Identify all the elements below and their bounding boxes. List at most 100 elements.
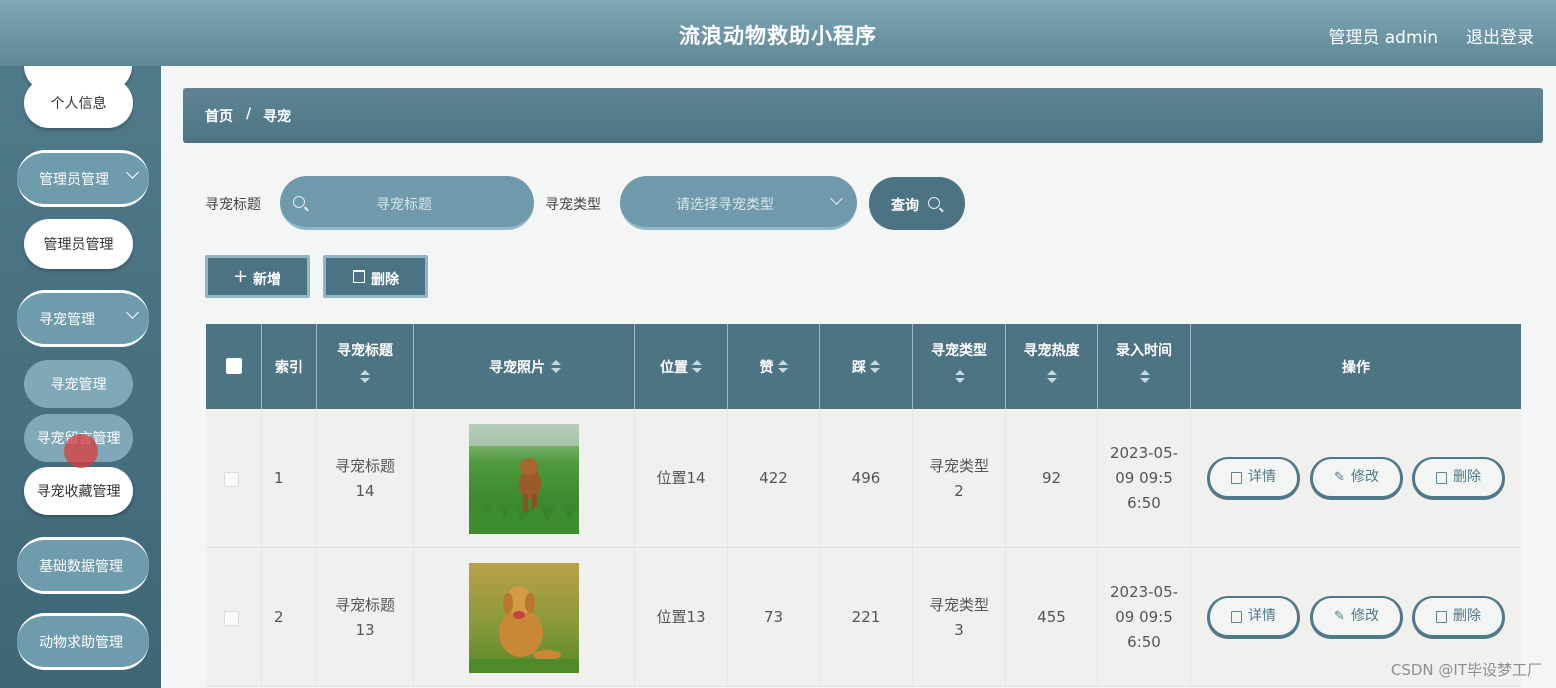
sort-down-icon bbox=[955, 378, 965, 383]
sidebar-item-pet[interactable]: 寻宠管理 bbox=[24, 360, 133, 408]
header-index: 索引 bbox=[261, 324, 316, 409]
sidebar-group-base-data[interactable]: 基础数据管理 bbox=[17, 537, 149, 594]
header-type[interactable]: 寻宠类型 bbox=[912, 324, 1005, 409]
title-search-placeholder: 寻宠标题 bbox=[376, 197, 432, 213]
query-button-label: 查询 bbox=[891, 198, 919, 214]
sidebar-group-admin[interactable]: 管理员管理 bbox=[17, 150, 149, 207]
add-button-label: 新增 bbox=[253, 272, 281, 288]
cell-location: 位置14 bbox=[634, 409, 727, 548]
sort-up-icon bbox=[778, 360, 788, 365]
query-button[interactable]: 查询 bbox=[869, 177, 965, 230]
title-search-label: 寻宠标题 bbox=[205, 197, 261, 213]
title-search-input[interactable]: 寻宠标题 bbox=[280, 176, 534, 230]
sort-up-icon bbox=[551, 360, 561, 365]
header-actions: 操作 bbox=[1190, 324, 1521, 409]
chevron-down-icon bbox=[126, 306, 139, 319]
header-dislikes[interactable]: 踩 bbox=[819, 324, 912, 409]
sort-up-icon bbox=[955, 370, 965, 375]
add-button[interactable]: + 新增 bbox=[205, 255, 310, 298]
checkbox[interactable] bbox=[224, 611, 239, 626]
sidebar-item-personal-info[interactable]: 个人信息 bbox=[24, 78, 133, 128]
sort-up-icon bbox=[1140, 370, 1150, 375]
breadcrumb-home[interactable]: 首页 bbox=[205, 106, 233, 126]
table-header: 索引 寻宠标题 寻宠照片 位置 赞 踩 寻宠类型 寻宠热度 录入时间 操作 bbox=[206, 324, 1521, 409]
chevron-down-icon bbox=[830, 192, 843, 205]
sidebar-group-label: 管理员管理 bbox=[39, 171, 109, 188]
sort-down-icon bbox=[551, 368, 561, 373]
watermark: CSDN @IT毕设梦工厂 bbox=[1390, 661, 1542, 679]
sidebar-group-label: 基础数据管理 bbox=[39, 558, 123, 575]
sidebar-group-pet[interactable]: 寻宠管理 bbox=[17, 290, 149, 347]
sidebar-group-rescue[interactable]: 动物求助管理 bbox=[17, 613, 149, 670]
pencil-icon: ✎ bbox=[1334, 470, 1345, 485]
cell-title: 寻宠标题13 bbox=[316, 548, 413, 687]
search-icon bbox=[928, 197, 940, 209]
sidebar-group-label: 寻宠管理 bbox=[39, 311, 95, 328]
type-search-label: 寻宠类型 bbox=[545, 197, 601, 213]
trash-icon bbox=[1436, 610, 1447, 623]
breadcrumb: 首页 / 寻宠 bbox=[183, 88, 1543, 143]
sort-down-icon bbox=[360, 378, 370, 383]
sidebar-item-admin[interactable]: 管理员管理 bbox=[24, 219, 133, 269]
delete-button[interactable]: 删除 bbox=[1412, 596, 1505, 639]
header-likes[interactable]: 赞 bbox=[727, 324, 819, 409]
delete-button[interactable]: 删除 bbox=[1412, 457, 1505, 500]
checkbox[interactable] bbox=[224, 472, 239, 487]
sort-up-icon bbox=[692, 360, 702, 365]
pencil-icon: ✎ bbox=[1334, 609, 1345, 624]
detail-button[interactable]: 详情 bbox=[1207, 457, 1300, 500]
checkbox[interactable] bbox=[226, 358, 242, 374]
mouse-cursor-icon bbox=[64, 434, 98, 468]
app-title: 流浪动物救助小程序 bbox=[679, 24, 877, 48]
cell-dislikes: 221 bbox=[819, 548, 912, 687]
header-photo[interactable]: 寻宠照片 bbox=[413, 324, 634, 409]
header-select-all[interactable] bbox=[206, 324, 261, 409]
sort-down-icon bbox=[1140, 378, 1150, 383]
cell-time: 2023-05-09 09:56:50 bbox=[1097, 409, 1190, 548]
trash-icon bbox=[353, 270, 365, 283]
logout-button[interactable]: 退出登录 bbox=[1466, 23, 1534, 48]
plus-icon: + bbox=[233, 266, 249, 287]
cell-heat: 455 bbox=[1005, 548, 1097, 687]
cell-type: 寻宠类型3 bbox=[912, 548, 1005, 687]
cell-photo bbox=[413, 409, 634, 548]
sort-down-icon bbox=[778, 368, 788, 373]
sidebar-item-pet-favorite[interactable]: 寻宠收藏管理 bbox=[24, 467, 133, 515]
cell-location: 位置13 bbox=[634, 548, 727, 687]
cell-actions: 详情 ✎ 修改 删除 bbox=[1190, 409, 1521, 548]
sort-up-icon bbox=[1047, 370, 1057, 375]
header-title[interactable]: 寻宠标题 bbox=[316, 324, 413, 409]
cell-index: 2 bbox=[261, 548, 316, 687]
header-location[interactable]: 位置 bbox=[634, 324, 727, 409]
breadcrumb-current: 寻宠 bbox=[263, 109, 291, 125]
header-time[interactable]: 录入时间 bbox=[1097, 324, 1190, 409]
cell-title: 寻宠标题14 bbox=[316, 409, 413, 548]
edit-button[interactable]: ✎ 修改 bbox=[1310, 596, 1403, 639]
cell-dislikes: 496 bbox=[819, 409, 912, 548]
cell-heat: 92 bbox=[1005, 409, 1097, 548]
pet-photo-golden-retriever[interactable] bbox=[469, 562, 579, 673]
detail-button[interactable]: 详情 bbox=[1207, 596, 1300, 639]
breadcrumb-separator: / bbox=[246, 106, 252, 122]
sidebar: 个人信息 管理员管理 管理员管理 寻宠管理 寻宠管理 寻宠留言管理 寻宠收藏管理… bbox=[0, 66, 161, 688]
pet-table: 索引 寻宠标题 寻宠照片 位置 赞 踩 寻宠类型 寻宠热度 录入时间 操作 1 … bbox=[206, 324, 1521, 688]
cell-index: 1 bbox=[261, 409, 316, 548]
search-icon bbox=[293, 196, 305, 208]
pet-photo-poodle[interactable] bbox=[469, 423, 579, 534]
current-user: 管理员 admin bbox=[1328, 28, 1438, 48]
sort-up-icon bbox=[870, 360, 880, 365]
cell-photo bbox=[413, 548, 634, 687]
header-heat[interactable]: 寻宠热度 bbox=[1005, 324, 1097, 409]
batch-delete-button[interactable]: 删除 bbox=[323, 255, 428, 298]
chevron-down-icon bbox=[126, 166, 139, 179]
table-row: 1 寻宠标题14 位置14 422 496 寻宠类型2 92 2023-05-0… bbox=[206, 409, 1521, 548]
cell-likes: 73 bbox=[727, 548, 819, 687]
edit-button[interactable]: ✎ 修改 bbox=[1310, 457, 1403, 500]
batch-delete-label: 删除 bbox=[371, 272, 399, 288]
row-select-cell bbox=[206, 409, 261, 548]
top-header: 流浪动物救助小程序 管理员 admin 退出登录 bbox=[0, 0, 1556, 66]
type-select[interactable]: 请选择寻宠类型 bbox=[620, 176, 857, 230]
sidebar-group-label: 动物求助管理 bbox=[39, 634, 123, 651]
cell-time: 2023-05-09 09:56:50 bbox=[1097, 548, 1190, 687]
document-icon bbox=[1231, 610, 1242, 623]
